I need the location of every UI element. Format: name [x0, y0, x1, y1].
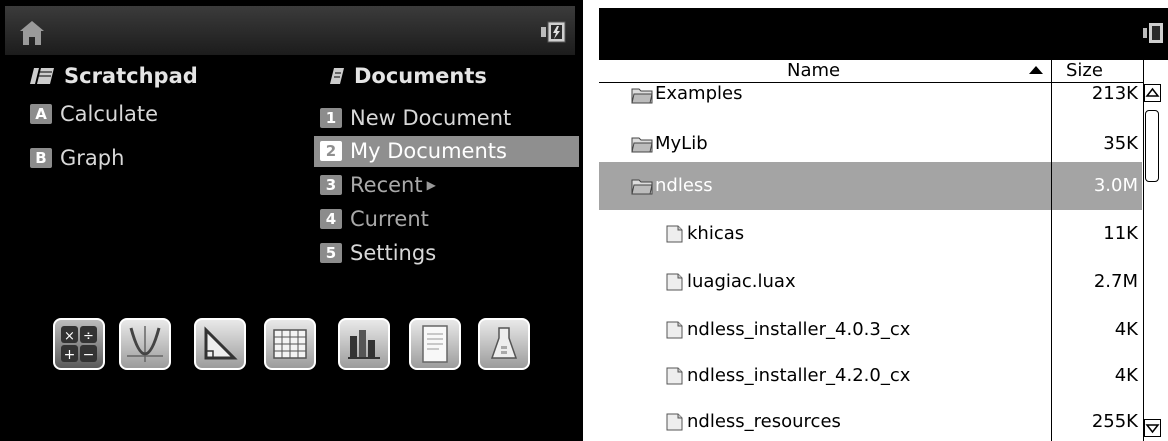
file-name: Examples — [655, 83, 743, 104]
scroll-up-button[interactable] — [1144, 84, 1161, 102]
file-row[interactable]: ndless_resources 255K — [599, 398, 1142, 441]
file-name: ndless_installer_4.2.0_cx — [687, 365, 911, 386]
file-icon — [666, 367, 683, 385]
menu-label: New Document — [350, 106, 512, 130]
graphs-icon[interactable] — [119, 318, 171, 370]
file-browser: Name Size Examples 213K MyLib 35K ndless 3.0M… — [594, 0, 1168, 441]
menu-key: 2 — [320, 141, 342, 161]
menu-key: A — [30, 104, 52, 124]
menu-label: Graph — [60, 146, 125, 170]
menu-label: Current — [350, 207, 429, 231]
file-row[interactable]: ndless_installer_4.0.3_cx 4K — [599, 306, 1142, 354]
svg-text:+: + — [64, 347, 76, 363]
file-row[interactable]: khicas 11K — [599, 210, 1142, 258]
file-name: khicas — [687, 223, 745, 244]
file-size: 11K — [1103, 223, 1138, 244]
menu-key: 3 — [320, 175, 342, 195]
menu-label: Recent — [350, 173, 423, 197]
file-icon — [666, 321, 683, 339]
battery-icon — [1143, 23, 1163, 43]
data-statistics-icon[interactable] — [338, 318, 390, 370]
file-row[interactable]: luagiac.luax 2.7M — [599, 258, 1142, 306]
scroll-down-button[interactable] — [1144, 419, 1161, 437]
menu-item-current[interactable]: 4 Current — [320, 204, 429, 235]
file-icon — [666, 225, 683, 243]
file-row[interactable]: ndless 3.0M — [599, 162, 1142, 210]
menu-key: 4 — [320, 209, 342, 229]
file-size: 2.7M — [1093, 271, 1138, 292]
file-name: ndless_resources — [687, 411, 841, 432]
documents-icon — [330, 68, 344, 84]
menu-item-my-documents[interactable]: 2 My Documents — [314, 136, 579, 167]
sort-ascending-icon — [1029, 66, 1043, 74]
column-divider — [1051, 60, 1052, 441]
scratchpad-icon — [30, 68, 54, 84]
menu-item-settings[interactable]: 5 Settings — [320, 238, 436, 269]
file-icon — [666, 273, 683, 291]
file-name: ndless_installer_4.0.3_cx — [687, 319, 911, 340]
menu-item-calculate[interactable]: A Calculate — [30, 99, 158, 130]
file-name: luagiac.luax — [687, 271, 796, 292]
menu-label: Calculate — [60, 102, 159, 126]
menu-label: Settings — [350, 241, 437, 265]
home-screen: Scratchpad A Calculate B Graph Documents 1… — [0, 0, 583, 441]
file-size: 213K — [1091, 83, 1138, 104]
folder-icon — [631, 88, 653, 104]
folder-icon — [631, 137, 653, 153]
submenu-arrow-icon: ▶ — [426, 178, 436, 192]
svg-text:−: − — [83, 347, 95, 363]
calculator-icon[interactable]: × ÷ + − — [53, 318, 105, 370]
menu-item-recent[interactable]: 3 Recent ▶ — [320, 170, 436, 201]
file-size: 4K — [1114, 319, 1138, 340]
home-icon[interactable] — [18, 19, 46, 47]
folder-open-icon — [631, 179, 653, 195]
file-row[interactable]: MyLib 35K — [599, 120, 1142, 168]
battery-icon — [541, 21, 566, 43]
file-size: 255K — [1091, 411, 1138, 432]
scrollbar-divider — [1143, 60, 1144, 441]
top-bar — [599, 8, 1168, 60]
file-size: 35K — [1103, 133, 1138, 154]
notes-icon[interactable] — [409, 318, 461, 370]
file-name: ndless — [655, 175, 713, 196]
menu-key: B — [30, 148, 52, 168]
documents-heading: Documents — [330, 64, 487, 88]
menu-item-new-document[interactable]: 1 New Document — [320, 103, 578, 134]
svg-text:×: × — [64, 329, 75, 344]
file-size: 4K — [1114, 365, 1138, 386]
file-row[interactable]: Examples 213K — [599, 74, 1142, 120]
file-name: MyLib — [655, 133, 708, 154]
geometry-icon[interactable] — [194, 318, 246, 370]
header-divider — [599, 82, 1143, 83]
scrollbar-thumb[interactable] — [1145, 110, 1159, 182]
menu-label: My Documents — [350, 139, 507, 163]
vernier-dataquest-icon[interactable] — [478, 318, 530, 370]
file-size: 3.0M — [1093, 175, 1138, 196]
file-icon — [666, 413, 683, 431]
menu-item-graph[interactable]: B Graph — [30, 143, 124, 174]
top-bar — [5, 6, 575, 55]
svg-text:÷: ÷ — [83, 329, 94, 344]
menu-key: 5 — [320, 243, 342, 263]
scratchpad-heading: Scratchpad — [30, 64, 198, 88]
lists-spreadsheet-icon[interactable] — [264, 318, 316, 370]
menu-key: 1 — [320, 108, 342, 128]
file-row[interactable]: ndless_installer_4.2.0_cx 4K — [599, 352, 1142, 400]
